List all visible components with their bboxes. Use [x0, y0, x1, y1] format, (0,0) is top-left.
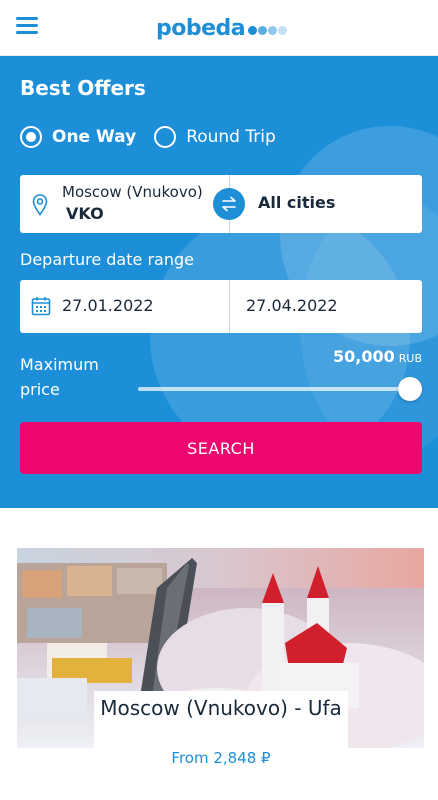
date-range-label: Departure date range	[20, 250, 194, 269]
pobeda-logo[interactable]: pobeda	[156, 14, 288, 42]
panel-title: Best Offers	[20, 76, 146, 100]
one-way-radio[interactable]: One Way	[20, 126, 136, 148]
logo-text: pobeda	[156, 15, 246, 41]
round-trip-label: Round Trip	[186, 127, 276, 147]
logo-dots	[247, 25, 288, 35]
search-button[interactable]: SEARCH	[20, 422, 422, 474]
max-price-label: Maximum price	[20, 355, 99, 399]
radio-checked-icon	[20, 126, 42, 148]
logo-dot	[268, 25, 278, 35]
app-header: pobeda	[0, 0, 438, 56]
best-offers-panel: Best Offers One Way Round Trip Moscow (V…	[0, 56, 438, 508]
radio-unchecked-icon	[154, 126, 177, 148]
to-city-field[interactable]: All cities	[258, 193, 335, 212]
logo-dot	[258, 25, 268, 35]
price-amount: 50,000	[333, 347, 395, 366]
location-pin-icon	[32, 194, 48, 216]
route-selector: Moscow (Vnukovo) VKO All cities	[20, 175, 422, 233]
calendar-icon	[31, 297, 51, 316]
divider	[229, 280, 230, 333]
logo-dot	[248, 25, 258, 35]
swap-arrows-icon	[222, 196, 236, 212]
hamburger-menu-icon[interactable]	[16, 17, 38, 35]
trip-type-selector: One Way Round Trip	[20, 125, 294, 149]
price-slider-fill	[138, 387, 414, 391]
swap-direction-button[interactable]	[213, 188, 245, 220]
price-slider-thumb[interactable]	[398, 377, 422, 401]
one-way-label: One Way	[52, 127, 137, 147]
price-currency: RUB	[398, 352, 422, 365]
round-trip-radio[interactable]: Round Trip	[154, 126, 276, 148]
offer-price: From 2,848 ₽	[171, 749, 271, 767]
date-range-selector[interactable]: 27.01.2022 27.04.2022	[20, 280, 422, 333]
from-airport-code: VKO	[66, 204, 104, 223]
logo-dot	[278, 25, 288, 35]
max-price-value: 50,000 RUB	[333, 347, 422, 366]
from-field[interactable]: Moscow (Vnukovo) VKO	[20, 175, 230, 233]
offer-route[interactable]: Moscow (Vnukovo) - Ufa	[94, 696, 348, 720]
from-city: Moscow (Vnukovo)	[62, 183, 203, 201]
price-slider-track[interactable]	[138, 387, 414, 391]
date-to-field[interactable]: 27.04.2022	[246, 296, 338, 315]
date-from-field[interactable]: 27.01.2022	[62, 296, 154, 315]
